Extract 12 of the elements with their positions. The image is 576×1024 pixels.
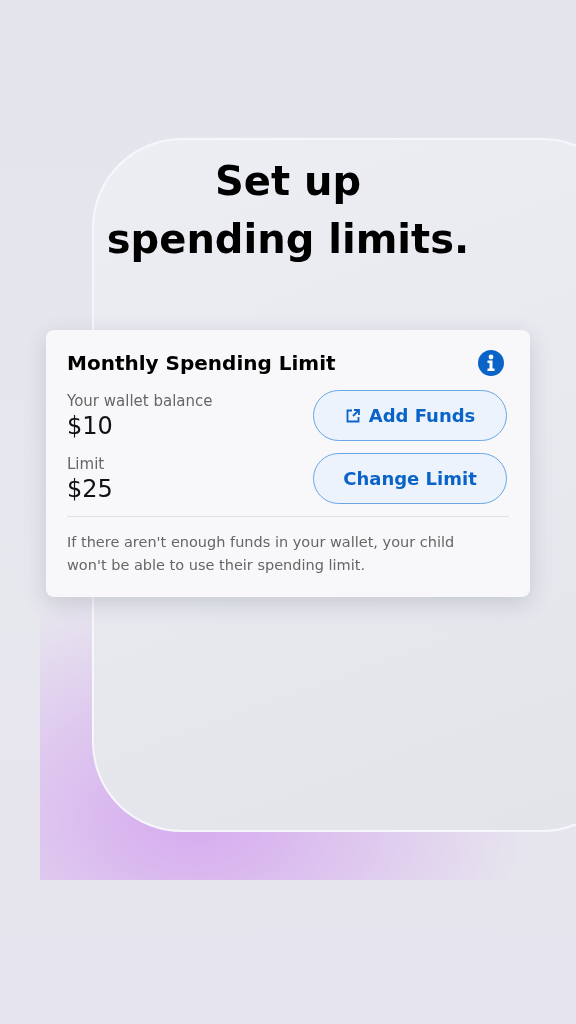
field-value: $25 xyxy=(67,474,113,503)
field-value: $10 xyxy=(67,411,114,440)
info-icon[interactable] xyxy=(478,350,504,376)
action-button[interactable]: Add Funds xyxy=(313,390,507,441)
headline: spending limits. xyxy=(106,215,470,264)
card-title: Monthly Spending Limit xyxy=(67,351,336,375)
headline: Set up xyxy=(214,157,362,206)
action-button[interactable]: Change Limit xyxy=(313,453,507,504)
field-label: Limit xyxy=(67,454,106,473)
note-text: If there aren't enough funds in your wallet, your child won't be able to use their spending limit. xyxy=(67,533,456,575)
field-label: Your wallet balance xyxy=(67,391,213,410)
external-link-icon xyxy=(344,407,361,424)
